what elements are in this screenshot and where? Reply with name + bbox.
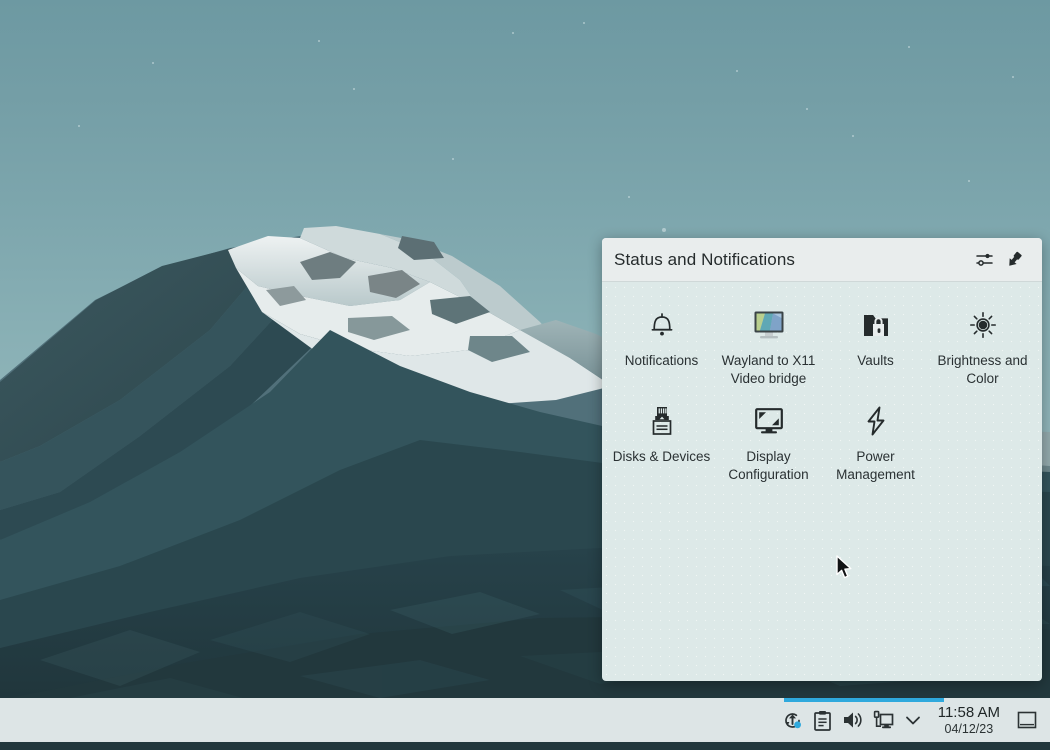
status-and-notifications-popup[interactable]: Status and Notifications bbox=[602, 238, 1042, 681]
lightning-bolt-icon bbox=[865, 404, 887, 438]
tray-item-power-management[interactable]: Power Management bbox=[822, 394, 929, 490]
tray-item-brightness-and-color[interactable]: Brightness and Color bbox=[929, 298, 1036, 394]
tray-items-grid: Notifications Wayland to X11 Video bridg… bbox=[602, 282, 1042, 490]
tray-item-label: Wayland to X11 Video bridge bbox=[717, 352, 821, 388]
network-display-icon[interactable] bbox=[868, 698, 898, 742]
tray-item-display-configuration[interactable]: Display Configuration bbox=[715, 394, 822, 490]
taskbar[interactable]: 11:58 AM 04/12/23 bbox=[0, 698, 1050, 742]
tray-item-label: Display Configuration bbox=[717, 448, 821, 484]
show-desktop-icon[interactable] bbox=[1010, 698, 1044, 742]
popup-title: Status and Notifications bbox=[614, 250, 969, 270]
clock-date: 04/12/23 bbox=[945, 723, 994, 736]
usb-drive-icon bbox=[649, 404, 675, 438]
tray-item-vaults[interactable]: Vaults bbox=[822, 298, 929, 394]
tray-item-notifications[interactable]: Notifications bbox=[608, 298, 715, 394]
monitor-screen-icon bbox=[753, 308, 785, 342]
tray-item-label: Brightness and Color bbox=[931, 352, 1035, 388]
chevron-down-icon[interactable] bbox=[898, 698, 928, 742]
sliders-icon[interactable] bbox=[969, 245, 999, 275]
pin-icon[interactable] bbox=[999, 245, 1029, 275]
system-tray: 11:58 AM 04/12/23 bbox=[778, 698, 1050, 742]
clipboard-icon[interactable] bbox=[808, 698, 838, 742]
tray-item-label: Vaults bbox=[824, 352, 928, 370]
volume-speaker-icon[interactable] bbox=[838, 698, 868, 742]
sun-brightness-icon bbox=[969, 308, 997, 342]
tray-item-label: Disks & Devices bbox=[610, 448, 714, 466]
tray-item-wayland-to-x11-video-bridge[interactable]: Wayland to X11 Video bridge bbox=[715, 298, 822, 394]
tray-item-label: Power Management bbox=[824, 448, 928, 484]
clock-time: 11:58 AM bbox=[938, 705, 1000, 720]
clock-widget[interactable]: 11:58 AM 04/12/23 bbox=[928, 698, 1010, 742]
bell-icon bbox=[649, 308, 675, 342]
tray-item-label: Notifications bbox=[610, 352, 714, 370]
tray-item-disks-and-devices[interactable]: Disks & Devices bbox=[608, 394, 715, 490]
popup-header: Status and Notifications bbox=[602, 238, 1042, 282]
monitor-arrow-icon bbox=[754, 404, 784, 438]
software-update-icon[interactable] bbox=[778, 698, 808, 742]
folder-lock-icon bbox=[862, 308, 890, 342]
tray-active-highlight bbox=[784, 698, 944, 702]
